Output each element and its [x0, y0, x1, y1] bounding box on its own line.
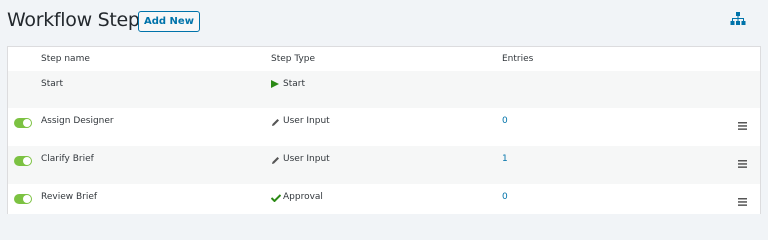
table-row: Assign Designer User Input 0 — [8, 108, 760, 146]
drag-handle-icon[interactable] — [738, 198, 747, 206]
step-type: Start — [283, 79, 305, 89]
checkmark-icon — [271, 194, 281, 202]
column-header-step-type[interactable]: Step Type — [271, 54, 315, 64]
pencil-icon — [272, 157, 279, 164]
step-name: Start — [41, 79, 63, 89]
table-header: Step name Step Type Entries — [8, 47, 760, 72]
entries-count[interactable]: 0 — [502, 192, 508, 202]
step-active-toggle[interactable] — [14, 194, 32, 204]
step-type: User Input — [283, 154, 330, 164]
table-row: Clarify Brief User Input 1 — [8, 146, 760, 184]
sitemap-icon[interactable] — [730, 12, 746, 26]
step-name[interactable]: Clarify Brief — [41, 154, 94, 164]
step-name[interactable]: Assign Designer — [41, 116, 114, 126]
play-icon — [271, 80, 279, 88]
table-row: Review Brief Approval 0 — [8, 184, 760, 214]
step-active-toggle[interactable] — [14, 118, 32, 128]
workflow-steps-table: Step name Step Type Entries Start Start … — [7, 46, 761, 214]
drag-handle-icon[interactable] — [738, 160, 747, 168]
table-row: Start Start — [8, 71, 760, 108]
step-active-toggle[interactable] — [14, 156, 32, 166]
add-new-button[interactable]: Add New — [138, 11, 200, 32]
column-header-step-name[interactable]: Step name — [41, 54, 90, 64]
drag-handle-icon[interactable] — [738, 122, 747, 130]
pencil-icon — [272, 119, 279, 126]
step-type: Approval — [283, 192, 323, 202]
entries-count[interactable]: 1 — [502, 154, 508, 164]
step-name[interactable]: Review Brief — [41, 192, 97, 202]
entries-count[interactable]: 0 — [502, 116, 508, 126]
step-type: User Input — [283, 116, 330, 126]
page-title: Workflow Steps — [7, 9, 150, 31]
column-header-entries[interactable]: Entries — [502, 54, 533, 64]
